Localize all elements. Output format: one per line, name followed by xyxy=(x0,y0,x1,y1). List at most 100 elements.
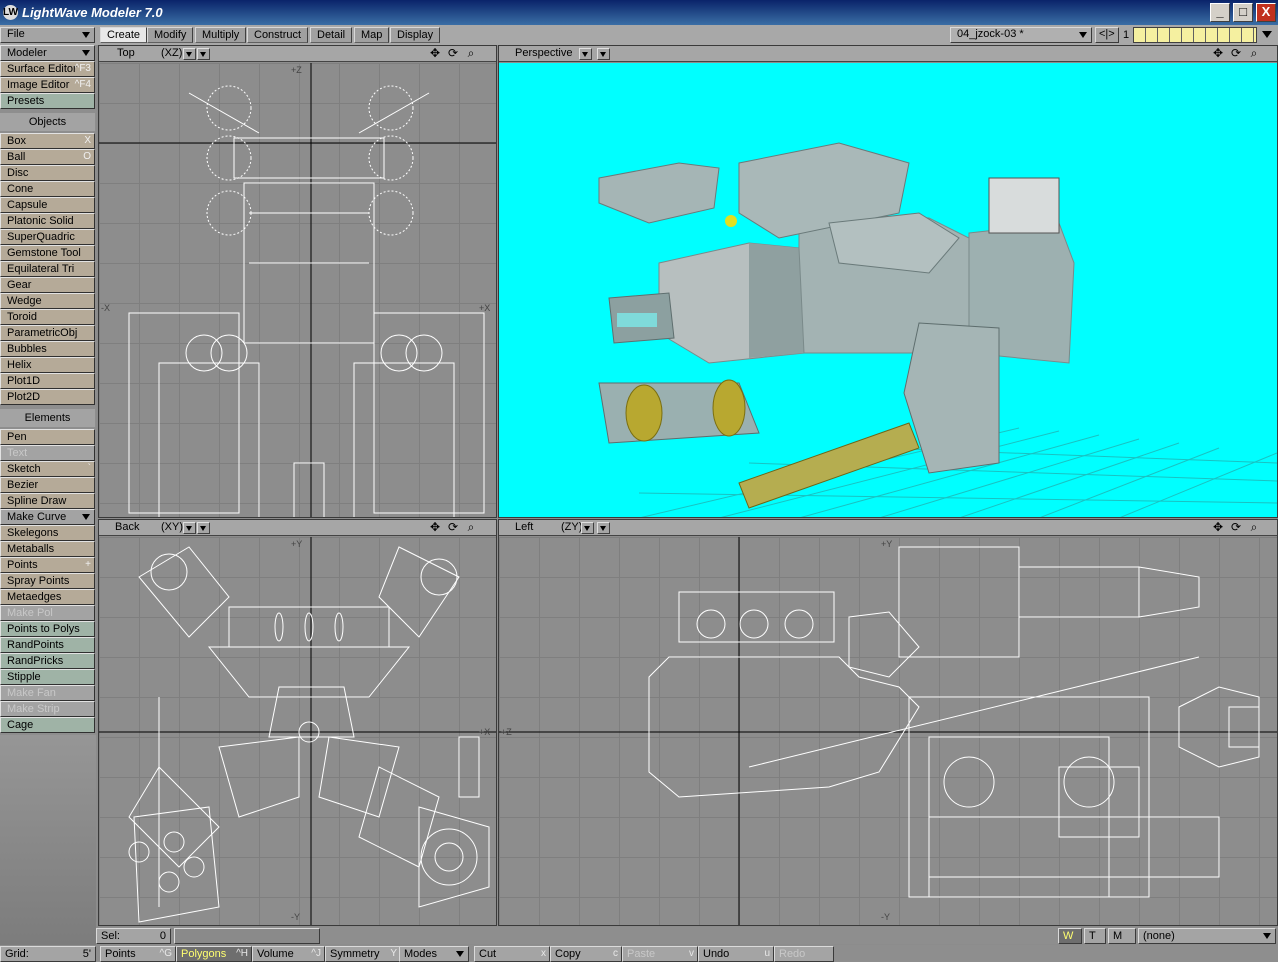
bottom-redo-button[interactable]: Redo xyxy=(774,946,834,962)
presets-button[interactable]: Presets xyxy=(0,93,95,109)
object-tool-helix[interactable]: Helix xyxy=(0,357,95,373)
viewport-left-render-dropdown[interactable] xyxy=(597,522,610,534)
tab-construct[interactable]: Construct xyxy=(247,27,309,43)
bottom-polygons-button[interactable]: Polygons ^H xyxy=(176,946,252,962)
bottom-paste-button[interactable]: Paste v xyxy=(622,946,698,962)
object-tool-toroid[interactable]: Toroid xyxy=(0,309,95,325)
rotate-icon[interactable]: ⟳ xyxy=(444,521,462,535)
object-selector[interactable]: 04_jzock-03 * xyxy=(950,27,1092,43)
status-bar: Sel: 0 W T M (none) xyxy=(96,927,1278,944)
object-tool-gemstone-tool[interactable]: Gemstone Tool xyxy=(0,245,95,261)
element-tool-spline-draw[interactable]: Spline Draw xyxy=(0,493,95,509)
viewport-perspective[interactable]: Perspective ✥ ⟳ ⌕ xyxy=(498,45,1278,518)
element-tool-skelegons[interactable]: Skelegons xyxy=(0,525,95,541)
move-icon[interactable]: ✥ xyxy=(426,47,444,61)
close-button[interactable]: X xyxy=(1256,3,1276,22)
object-tool-wedge[interactable]: Wedge xyxy=(0,293,95,309)
element-tool-pen[interactable]: Pen xyxy=(0,429,95,445)
viewport-back-render-dropdown[interactable] xyxy=(197,522,210,534)
object-tool-cone[interactable]: Cone xyxy=(0,181,95,197)
element-tool-stipple[interactable]: Stipple xyxy=(0,669,95,685)
zoom-icon[interactable]: ⌕ xyxy=(1245,521,1263,535)
object-tool-gear[interactable]: Gear xyxy=(0,277,95,293)
bottom-copy-button[interactable]: Copy c xyxy=(550,946,622,962)
layer-nav-buttons[interactable]: <|> xyxy=(1095,27,1119,43)
tab-modify[interactable]: Modify xyxy=(147,27,194,43)
viewport-back-canvas[interactable]: +Y +X -Y xyxy=(99,537,496,925)
element-tool-metaedges[interactable]: Metaedges xyxy=(0,589,95,605)
rotate-icon[interactable]: ⟳ xyxy=(1227,521,1245,535)
layer-dropdown-arrow[interactable] xyxy=(1262,31,1272,38)
object-tool-parametricobj[interactable]: ParametricObj xyxy=(0,325,95,341)
object-tool-plot1d[interactable]: Plot1D xyxy=(0,373,95,389)
object-tool-superquadric[interactable]: SuperQuadric xyxy=(0,229,95,245)
viewport-left-view-dropdown[interactable] xyxy=(581,522,594,534)
viewport-perspective-header: Perspective ✥ ⟳ ⌕ xyxy=(499,46,1277,62)
surface-editor-button[interactable]: Surface Editor ^F3 xyxy=(0,61,95,77)
move-icon[interactable]: ✥ xyxy=(1209,47,1227,61)
tab-create[interactable]: Create xyxy=(100,27,148,43)
viewport-top[interactable]: Top (XZ) ✥ ⟳ ⌕ +Z -X +X xyxy=(98,45,497,518)
object-tool-ball[interactable]: Ball O xyxy=(0,149,95,165)
bottom-symmetry-button[interactable]: Symmetry Y xyxy=(325,946,401,962)
element-tool-bezier[interactable]: Bezier xyxy=(0,477,95,493)
viewport-left-canvas[interactable]: +Y +Z -Y xyxy=(499,537,1277,925)
surface-selector[interactable]: (none) xyxy=(1138,928,1276,944)
element-tool-make-curve[interactable]: Make Curve xyxy=(0,509,95,525)
object-tool-equilateral-tri[interactable]: Equilateral Tri xyxy=(0,261,95,277)
tab-multiply[interactable]: Multiply xyxy=(195,27,247,43)
viewport-top-render-dropdown[interactable] xyxy=(197,48,210,60)
bottom-undo-button[interactable]: Undo u xyxy=(698,946,774,962)
bottom-cut-button[interactable]: Cut x xyxy=(474,946,550,962)
maximize-button[interactable]: □ xyxy=(1233,3,1253,22)
element-tool-sketch[interactable]: Sketch ` xyxy=(0,461,95,477)
zoom-icon[interactable]: ⌕ xyxy=(462,47,480,61)
bottom-volume-button[interactable]: Volume ^J xyxy=(252,946,325,962)
rotate-icon[interactable]: ⟳ xyxy=(444,47,462,61)
object-tool-capsule[interactable]: Capsule xyxy=(0,197,95,213)
axis-label-plus-y-left: +Y xyxy=(881,539,893,549)
wireframe-color-button[interactable]: W xyxy=(1058,928,1082,944)
viewport-left[interactable]: Left (ZY) ✥ ⟳ ⌕ +Y +Z -Y xyxy=(498,519,1278,926)
object-tool-platonic-solid[interactable]: Platonic Solid xyxy=(0,213,95,229)
object-tool-bubbles[interactable]: Bubbles xyxy=(0,341,95,357)
viewport-perspective-render-dropdown[interactable] xyxy=(597,48,610,60)
element-tool-cage[interactable]: Cage xyxy=(0,717,95,733)
viewport-top-name: Top xyxy=(117,47,135,59)
element-tool-randpoints[interactable]: RandPoints xyxy=(0,637,95,653)
bottom-points-button[interactable]: Points ^G xyxy=(100,946,176,962)
tab-map[interactable]: Map xyxy=(354,27,390,43)
object-tool-box[interactable]: Box X xyxy=(0,133,95,149)
axis-label-plus-x-back: +X xyxy=(479,727,491,737)
element-tool-points[interactable]: Points + xyxy=(0,557,95,573)
image-editor-button[interactable]: Image Editor ^F4 xyxy=(0,77,95,93)
element-tool-randpricks[interactable]: RandPricks xyxy=(0,653,95,669)
viewport-top-view-dropdown[interactable] xyxy=(183,48,196,60)
texture-button[interactable]: T xyxy=(1084,928,1106,944)
objects-header: Objects xyxy=(0,113,95,131)
zoom-icon[interactable]: ⌕ xyxy=(462,521,480,535)
move-icon[interactable]: ✥ xyxy=(1209,521,1227,535)
minimize-button[interactable]: _ xyxy=(1210,3,1230,22)
material-button[interactable]: M xyxy=(1108,928,1136,944)
viewport-back[interactable]: Back (XY) ✥ ⟳ ⌕ +Y +X -Y xyxy=(98,519,497,926)
move-icon[interactable]: ✥ xyxy=(426,521,444,535)
element-tool-points-to-polys[interactable]: Points to Polys xyxy=(0,621,95,637)
element-tool-metaballs[interactable]: Metaballs xyxy=(0,541,95,557)
back-wireframe xyxy=(99,537,496,925)
tab-display[interactable]: Display xyxy=(390,27,441,43)
modeler-menu[interactable]: Modeler xyxy=(0,45,95,61)
zoom-icon[interactable]: ⌕ xyxy=(1245,47,1263,61)
file-menu[interactable]: File xyxy=(0,27,95,43)
viewport-perspective-canvas[interactable] xyxy=(499,63,1277,517)
tab-detail[interactable]: Detail xyxy=(310,27,353,43)
element-tool-spray-points[interactable]: Spray Points xyxy=(0,573,95,589)
viewport-top-canvas[interactable]: +Z -X +X xyxy=(99,63,496,517)
rotate-icon[interactable]: ⟳ xyxy=(1227,47,1245,61)
layer-bank[interactable] xyxy=(1133,27,1257,43)
bottom-modes-button[interactable]: Modes xyxy=(399,946,469,962)
object-tool-disc[interactable]: Disc xyxy=(0,165,95,181)
object-tool-plot2d[interactable]: Plot2D xyxy=(0,389,95,405)
viewport-perspective-view-dropdown[interactable] xyxy=(579,48,592,60)
viewport-back-view-dropdown[interactable] xyxy=(183,522,196,534)
